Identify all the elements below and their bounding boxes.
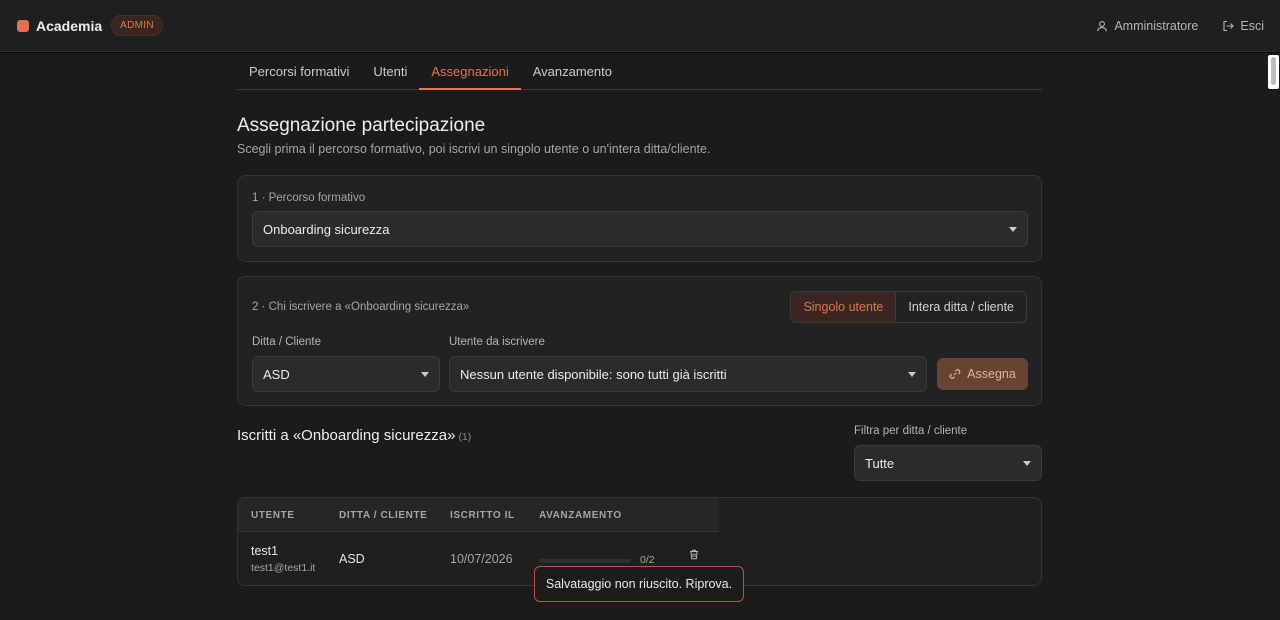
row-enrolled-date: 10/07/2026: [450, 552, 513, 566]
user-select[interactable]: Nessun utente disponibile: sono tutti gi…: [449, 356, 927, 392]
tab-bar: Percorsi formativi Utenti Assegnazioni A…: [237, 53, 1042, 90]
column-header-date: ISCRITTO IL: [450, 510, 515, 521]
course-select-value: Onboarding sicurezza: [263, 221, 390, 237]
assign-label: Assegna: [967, 367, 1016, 381]
column-header-user: UTENTE: [251, 510, 295, 521]
course-select[interactable]: Onboarding sicurezza: [252, 211, 1028, 247]
user-icon: [1097, 20, 1108, 31]
top-bar: Academia ADMIN Amministratore Esci: [0, 0, 1280, 52]
mode-single-user-button[interactable]: Singolo utente: [791, 292, 897, 322]
logo-icon: [17, 19, 29, 32]
chevron-down-icon: [421, 372, 429, 377]
scrollbar-grip: [1271, 57, 1276, 85]
filter-select-value: Tutte: [865, 455, 895, 471]
brand[interactable]: Academia ADMIN: [17, 15, 163, 36]
row-user-name: test1: [251, 544, 279, 558]
user-label: Amministratore: [1114, 18, 1199, 33]
row-progress-bar: [539, 559, 631, 563]
tab-percorsi[interactable]: Percorsi formativi: [237, 53, 361, 90]
row-progress-text: 0/2: [640, 554, 655, 566]
table-header: UTENTE DITTA / CLIENTE ISCRITTO IL AVANZ…: [238, 498, 719, 532]
column-header-progress: AVANZAMENTO: [539, 510, 622, 521]
tab-avanzamento[interactable]: Avanzamento: [521, 53, 624, 90]
mode-company-button[interactable]: Intera ditta / cliente: [896, 292, 1026, 322]
tab-assegnazioni[interactable]: Assegnazioni: [419, 53, 521, 90]
error-toast: Salvataggio non riuscito. Riprova.: [534, 566, 744, 602]
company-select-value: ASD: [263, 366, 290, 382]
company-label: Ditta / Cliente: [252, 336, 322, 348]
chevron-down-icon: [908, 372, 916, 377]
user-field-label: Utente da iscrivere: [449, 336, 545, 348]
tab-utenti[interactable]: Utenti: [361, 53, 419, 90]
logout-button[interactable]: Esci: [1222, 19, 1264, 33]
enroll-mode-toggle: Singolo utente Intera ditta / cliente: [790, 291, 1027, 323]
enroll-card: 2 · Chi iscrivere a «Onboarding sicurezz…: [237, 276, 1042, 406]
column-header-company: DITTA / CLIENTE: [339, 510, 428, 521]
enrolled-title: Iscritti a «Onboarding sicurezza» (1): [237, 427, 471, 444]
company-select[interactable]: ASD: [252, 356, 440, 392]
page-title: Assegnazione partecipazione: [237, 115, 486, 136]
filter-label: Filtra per ditta / cliente: [854, 425, 968, 437]
user-menu-button[interactable]: Amministratore: [1096, 19, 1198, 33]
logout-icon: [1223, 20, 1235, 31]
enrolled-title-text: Iscritti a «Onboarding sicurezza»: [237, 427, 456, 444]
main-panel: Percorsi formativi Utenti Assegnazioni A…: [237, 53, 1279, 586]
app-name: Academia: [36, 17, 103, 34]
user-select-value: Nessun utente disponibile: sono tutti gi…: [460, 366, 727, 382]
admin-badge: ADMIN: [111, 15, 163, 36]
row-company: ASD: [339, 552, 365, 566]
content-area: Percorsi formativi Utenti Assegnazioni A…: [0, 53, 1280, 620]
filter-select[interactable]: Tutte: [854, 445, 1042, 481]
link-icon: [949, 369, 961, 379]
step1-label: 1 · Percorso formativo: [252, 192, 366, 204]
enrolled-count: (1): [458, 431, 472, 443]
row-user-email: test1@test1.it: [251, 562, 316, 574]
chevron-down-icon: [1023, 461, 1031, 466]
assign-button[interactable]: Assegna: [937, 358, 1028, 390]
page-subtitle: Scegli prima il percorso formativo, poi …: [237, 142, 711, 156]
step2-label: 2 · Chi iscrivere a «Onboarding sicurezz…: [252, 301, 470, 313]
header-actions: Amministratore Esci: [1096, 19, 1264, 33]
scrollbar-thumb[interactable]: [1268, 55, 1279, 89]
course-card: 1 · Percorso formativo Onboarding sicure…: [237, 175, 1042, 262]
chevron-down-icon: [1009, 227, 1017, 232]
trash-icon[interactable]: [689, 549, 699, 560]
logout-label: Esci: [1240, 18, 1264, 33]
